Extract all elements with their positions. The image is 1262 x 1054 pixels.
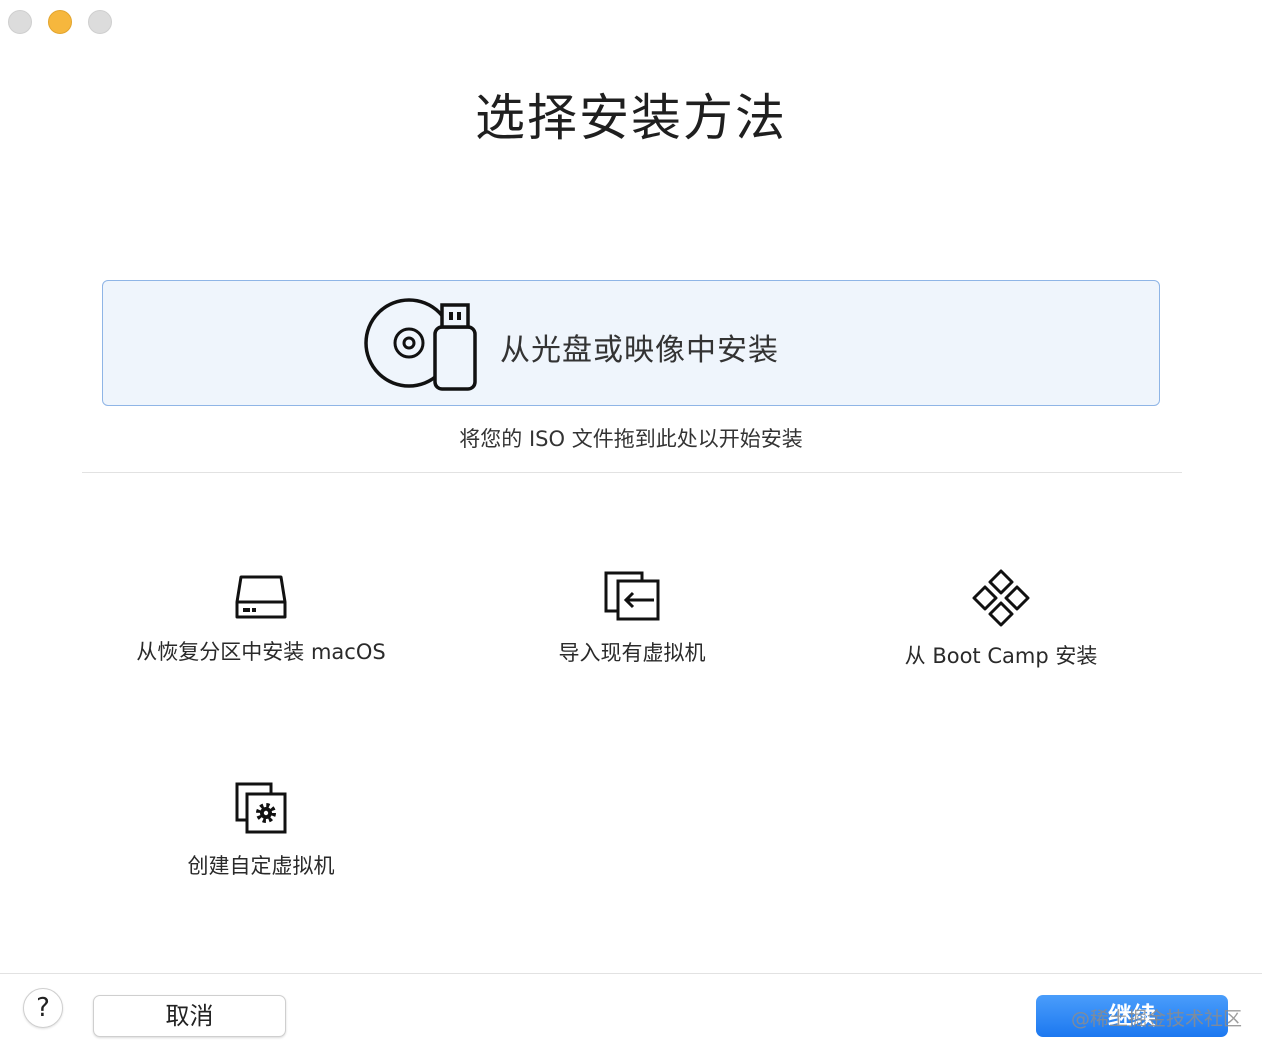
install-from-bootcamp-label: 从 Boot Camp 安装 — [904, 644, 1098, 668]
import-vm-label: 导入现有虚拟机 — [558, 641, 706, 665]
create-custom-vm-option[interactable]: 创建自定虚拟机 — [111, 780, 411, 880]
window-close-button[interactable] — [8, 10, 32, 34]
install-from-disc-option[interactable]: 从光盘或映像中安装 — [102, 280, 1160, 406]
install-from-bootcamp-option[interactable]: 从 Boot Camp 安装 — [851, 568, 1151, 670]
create-custom-vm-label: 创建自定虚拟机 — [187, 854, 335, 878]
install-from-recovery-label: 从恢复分区中安装 macOS — [136, 640, 386, 664]
page-title: 选择安装方法 — [475, 89, 787, 147]
custom-vm-gear-icon — [235, 782, 287, 834]
cancel-button[interactable]: 取消 — [93, 995, 286, 1037]
window-zoom-button[interactable] — [88, 10, 112, 34]
import-vm-option[interactable]: 导入现有虚拟机 — [482, 569, 782, 667]
watermark: @稀土掘金技术社区 — [1071, 1008, 1243, 1030]
footer-divider — [0, 973, 1262, 974]
help-button[interactable]: ? — [23, 988, 63, 1028]
section-divider — [82, 472, 1182, 473]
disc-and-usb-icon — [364, 298, 477, 391]
install-from-recovery-option[interactable]: 从恢复分区中安装 macOS — [111, 572, 411, 666]
install-from-disc-label: 从光盘或映像中安装 — [500, 333, 779, 368]
iso-drop-hint: 将您的 ISO 文件拖到此处以开始安装 — [459, 427, 803, 451]
window-minimize-button[interactable] — [48, 10, 72, 34]
boot-camp-icon — [972, 569, 1030, 627]
hard-drive-icon — [235, 575, 287, 619]
import-vm-icon — [604, 571, 660, 621]
